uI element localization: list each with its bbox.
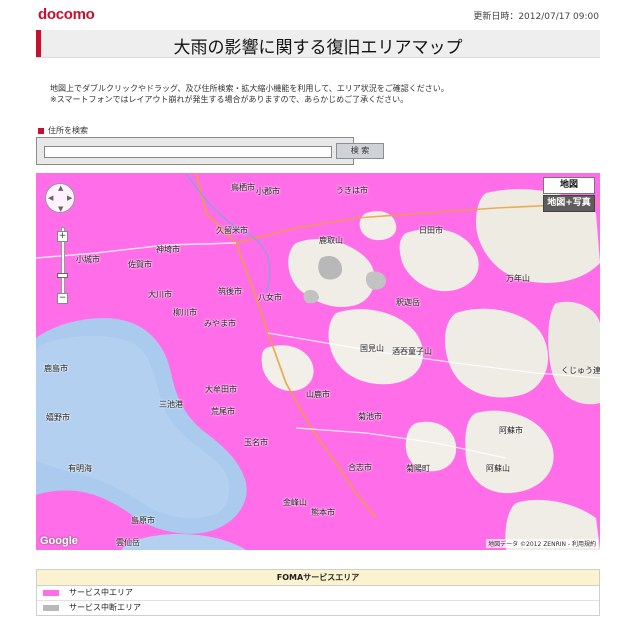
- map-place-label: 神埼市: [156, 245, 180, 254]
- terrain-patch: [444, 308, 549, 398]
- updated-timestamp: 更新日時：2012/07/17 09:00: [473, 12, 599, 22]
- map-place-label: 八女市: [258, 293, 282, 302]
- map-place-label: 鹿取山: [319, 236, 343, 245]
- map-place-label: みやま市: [204, 319, 236, 328]
- map-place-label: 島原市: [131, 516, 155, 525]
- pan-up-icon[interactable]: ▲: [58, 184, 63, 192]
- google-logo: Google: [40, 535, 78, 547]
- intro-text: 地図上でダブルクリックやドラッグ、及び住所検索・拡大縮小機能を利用して、エリア状…: [50, 83, 449, 105]
- map-place-label: うきは市: [336, 186, 368, 195]
- terrain-patch: [399, 228, 479, 292]
- page-title-bar: 大雨の影響に関する復旧エリアマップ: [36, 30, 600, 58]
- intro-line-2: ※スマートフォンではレイアウト崩れが発生する場合がありますので、あらかじめご了承…: [50, 95, 409, 104]
- in-service-swatch: [43, 590, 59, 596]
- map-place-label: 山鹿市: [306, 390, 330, 399]
- intro-line-1: 地図上でダブルクリックやドラッグ、及び住所検索・拡大縮小機能を利用して、エリア状…: [50, 84, 449, 93]
- pan-right-icon[interactable]: ▶: [67, 194, 72, 202]
- suspended-area: [365, 271, 386, 290]
- map-place-label: 久留米市: [216, 226, 248, 235]
- suspended-swatch: [43, 605, 59, 611]
- map-type-map-button[interactable]: 地図: [543, 177, 595, 194]
- map-place-label: 釈迦岳: [396, 298, 420, 307]
- search-button[interactable]: 検 索: [336, 143, 384, 159]
- page-title: 大雨の影響に関する復旧エリアマップ: [173, 38, 463, 58]
- map-place-label: 玉名市: [244, 438, 268, 447]
- map-place-label: 柳川市: [173, 308, 197, 317]
- suspended-label: サービス中断エリア: [69, 603, 141, 612]
- in-service-label: サービス中エリア: [69, 588, 133, 597]
- map-place-label: 三池港: [159, 400, 183, 409]
- map-place-label: 鳥栖市: [231, 183, 255, 192]
- pan-control[interactable]: ▲ ▼ ◀ ▶: [45, 183, 75, 213]
- map-place-label: 大牟田市: [205, 385, 237, 394]
- map-place-label: 阿蘇山: [486, 464, 510, 473]
- map-place-label: 嬉野市: [46, 413, 70, 422]
- map-place-label: 合志市: [348, 463, 372, 472]
- legend-table: FOMAサービスエリア サービス中エリア サービス中断エリア: [36, 569, 600, 616]
- pan-left-icon[interactable]: ◀: [48, 194, 53, 202]
- map-place-label: 荒尾市: [211, 407, 235, 416]
- map-place-label: 有明海: [68, 464, 92, 473]
- map-place-label: 万年山: [506, 274, 530, 283]
- zoom-out-button[interactable]: −: [57, 293, 68, 304]
- map-place-label: 熊本市: [311, 508, 335, 517]
- docomo-logo: docomo: [38, 6, 95, 23]
- map-place-label: 小城市: [76, 255, 100, 264]
- terrain-patch: [548, 301, 600, 405]
- search-panel: 検 索: [36, 137, 384, 165]
- map-place-label: 佐賀市: [128, 260, 152, 269]
- legend-row-in-service: サービス中エリア: [37, 586, 599, 601]
- map-place-label: 雲仙岳: [116, 538, 140, 547]
- map-place-label: 国見山: [360, 344, 384, 353]
- area-map[interactable]: 鳥栖市 小郡市 うきは市日田市 久留米市鹿取山神埼市小城市佐賀市万年山大川市 筑後市八女…: [36, 173, 600, 550]
- legend-title: FOMAサービスエリア: [37, 570, 599, 586]
- map-place-label: 小郡市: [256, 187, 280, 196]
- address-search-input[interactable]: [44, 146, 332, 158]
- bullet-icon: [38, 127, 44, 134]
- map-place-label: 鹿島市: [44, 364, 68, 373]
- map-place-label: 酒吞童子山: [392, 347, 432, 356]
- map-copyright[interactable]: 地図データ ©2012 ZENRIN - 利用規約: [486, 539, 598, 548]
- zoom-slider-thumb[interactable]: [57, 273, 68, 278]
- map-type-satellite-button[interactable]: 地図+写真: [543, 195, 595, 212]
- map-place-label: 筑後市: [218, 287, 242, 296]
- map-place-label: 大川市: [148, 290, 172, 299]
- map-place-label: 阿蘇市: [499, 426, 523, 435]
- map-place-label: 金峰山: [283, 498, 307, 507]
- map-place-label: 菊陽町: [406, 464, 430, 473]
- map-place-label: 菊池市: [358, 412, 382, 421]
- pan-down-icon[interactable]: ▼: [58, 205, 63, 213]
- map-place-label: くじゅう連山: [561, 366, 600, 375]
- search-label-text: 住所を検索: [48, 126, 88, 135]
- road: [36, 242, 237, 259]
- zoom-in-button[interactable]: +: [57, 231, 68, 242]
- map-canvas: [36, 173, 600, 550]
- legend-row-suspended: サービス中断エリア: [37, 601, 599, 615]
- map-place-label: 日田市: [419, 226, 443, 235]
- search-label: 住所を検索: [38, 125, 88, 136]
